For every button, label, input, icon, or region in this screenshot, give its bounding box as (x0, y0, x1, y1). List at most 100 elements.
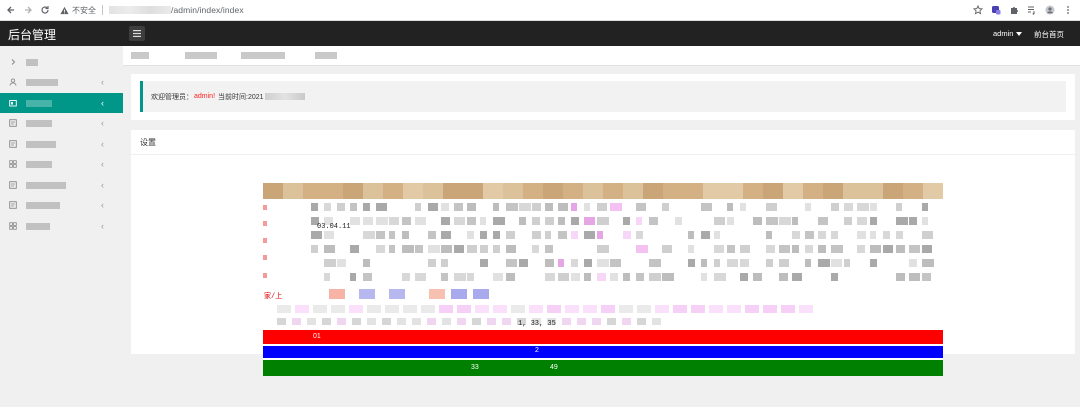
puzzle-icon[interactable] (1008, 4, 1020, 16)
sidebar-item-5[interactable]: ‹ (0, 154, 123, 174)
pixel-block (831, 273, 838, 281)
sidebar-item-users[interactable]: ‹ (0, 72, 123, 92)
tab-label-redacted[interactable] (131, 52, 149, 59)
pixel-block (623, 231, 631, 239)
pixel-block (922, 217, 928, 225)
pixel-block (475, 305, 489, 313)
pixel-block (709, 305, 723, 313)
pixel-block (714, 273, 726, 281)
pixel-block (558, 259, 564, 267)
pixel-block (467, 203, 476, 211)
sidebar-item-label-redacted (26, 58, 38, 66)
sidebar-item-home[interactable] (0, 52, 123, 72)
pixel-block (480, 245, 488, 253)
pixel-block (323, 183, 343, 199)
tab-bar (123, 46, 1080, 66)
tab-label-redacted[interactable] (185, 52, 217, 59)
green-band-number-b: 49 (550, 364, 558, 371)
pixel-block (428, 245, 440, 253)
pixel-block (558, 273, 569, 281)
pixel-block (363, 259, 370, 267)
pixel-block (844, 259, 850, 267)
pixel-block (451, 289, 467, 299)
pixel-block (909, 217, 917, 225)
more-vertical-icon[interactable] (1062, 4, 1074, 16)
pixel-block (350, 273, 356, 281)
pixel-block (662, 273, 674, 281)
media-list-icon[interactable] (1026, 4, 1038, 16)
pixel-block (367, 318, 376, 325)
user-menu-label: admin (993, 29, 1014, 38)
pixel-block (607, 318, 616, 325)
pixel-block (263, 255, 267, 260)
pixel-block (402, 231, 409, 239)
pixel-block (662, 203, 669, 211)
pixel-block (753, 217, 762, 225)
back-icon[interactable] (2, 2, 19, 19)
sidebar-item-label-redacted (26, 222, 50, 230)
pixel-block (805, 259, 811, 267)
pixel-block (383, 183, 403, 199)
security-label: 不安全 (72, 5, 96, 15)
user-menu[interactable]: admin (993, 29, 1023, 38)
pixel-block (558, 203, 568, 211)
pixel-block (545, 231, 551, 239)
pixel-block (870, 259, 877, 267)
pixel-block (673, 305, 687, 313)
pixel-block (292, 318, 301, 325)
sidebar-item-label-redacted (26, 160, 52, 168)
pixel-block (818, 245, 826, 253)
pixel-block (766, 217, 778, 225)
sidebar-item-6[interactable]: ‹ (0, 175, 123, 195)
pixel-block (427, 318, 436, 325)
sidebar-item-4[interactable]: ‹ (0, 134, 123, 154)
pixel-block (870, 231, 876, 239)
pixel-block (307, 318, 316, 325)
front-home-link[interactable]: 前台首页 (1034, 29, 1064, 40)
pixel-block (683, 183, 703, 199)
pixel-block (511, 305, 525, 313)
sidebar-item-7[interactable]: ‹ (0, 195, 123, 215)
pixel-block (896, 245, 905, 253)
pixel-block (701, 203, 712, 211)
pixel-block (454, 217, 465, 225)
pixel-block (303, 183, 323, 199)
pixel-block (870, 217, 877, 225)
url-host-redacted (109, 6, 171, 14)
pixel-block (584, 259, 592, 267)
pixel-block (763, 305, 777, 313)
pixel-block (563, 183, 583, 199)
tab-label-redacted[interactable] (315, 52, 337, 59)
folder-icon (9, 99, 17, 107)
pixel-block (389, 289, 405, 299)
welcome-admin-name: admin! (194, 93, 216, 100)
chevron-left-icon: ‹ (101, 221, 104, 231)
tab-label-redacted[interactable] (241, 52, 285, 59)
star-icon[interactable] (972, 4, 984, 16)
address-bar[interactable]: 不安全 /admin/index/index (59, 2, 972, 19)
pixel-block (597, 273, 606, 281)
pixel-block (844, 203, 853, 211)
browser-toolbar: 不安全 /admin/index/index (0, 0, 1080, 21)
pixel-block (792, 273, 802, 281)
green-band (263, 360, 943, 376)
welcome-time-label: 当前时间:2021 (218, 93, 264, 101)
pixel-block (472, 318, 481, 325)
pixel-block (783, 183, 803, 199)
pixel-block (415, 203, 421, 211)
pixel-block (571, 231, 578, 239)
sidebar-item-8[interactable]: ‹ (0, 216, 123, 236)
pixel-block (295, 305, 309, 313)
pixel-block (337, 203, 345, 211)
profile-icon[interactable] (1044, 4, 1056, 16)
extension-badge-icon[interactable] (990, 4, 1002, 16)
pixel-block (781, 305, 795, 313)
sidebar-item-3[interactable]: ‹ (0, 113, 123, 133)
menu-toggle-icon[interactable] (129, 26, 145, 41)
reload-icon[interactable] (36, 2, 53, 19)
pixel-block (363, 273, 372, 281)
sidebar-item-active[interactable]: ‹ (0, 93, 123, 113)
document-icon (9, 119, 17, 127)
forward-icon[interactable] (19, 2, 36, 19)
pixel-block (857, 245, 865, 253)
